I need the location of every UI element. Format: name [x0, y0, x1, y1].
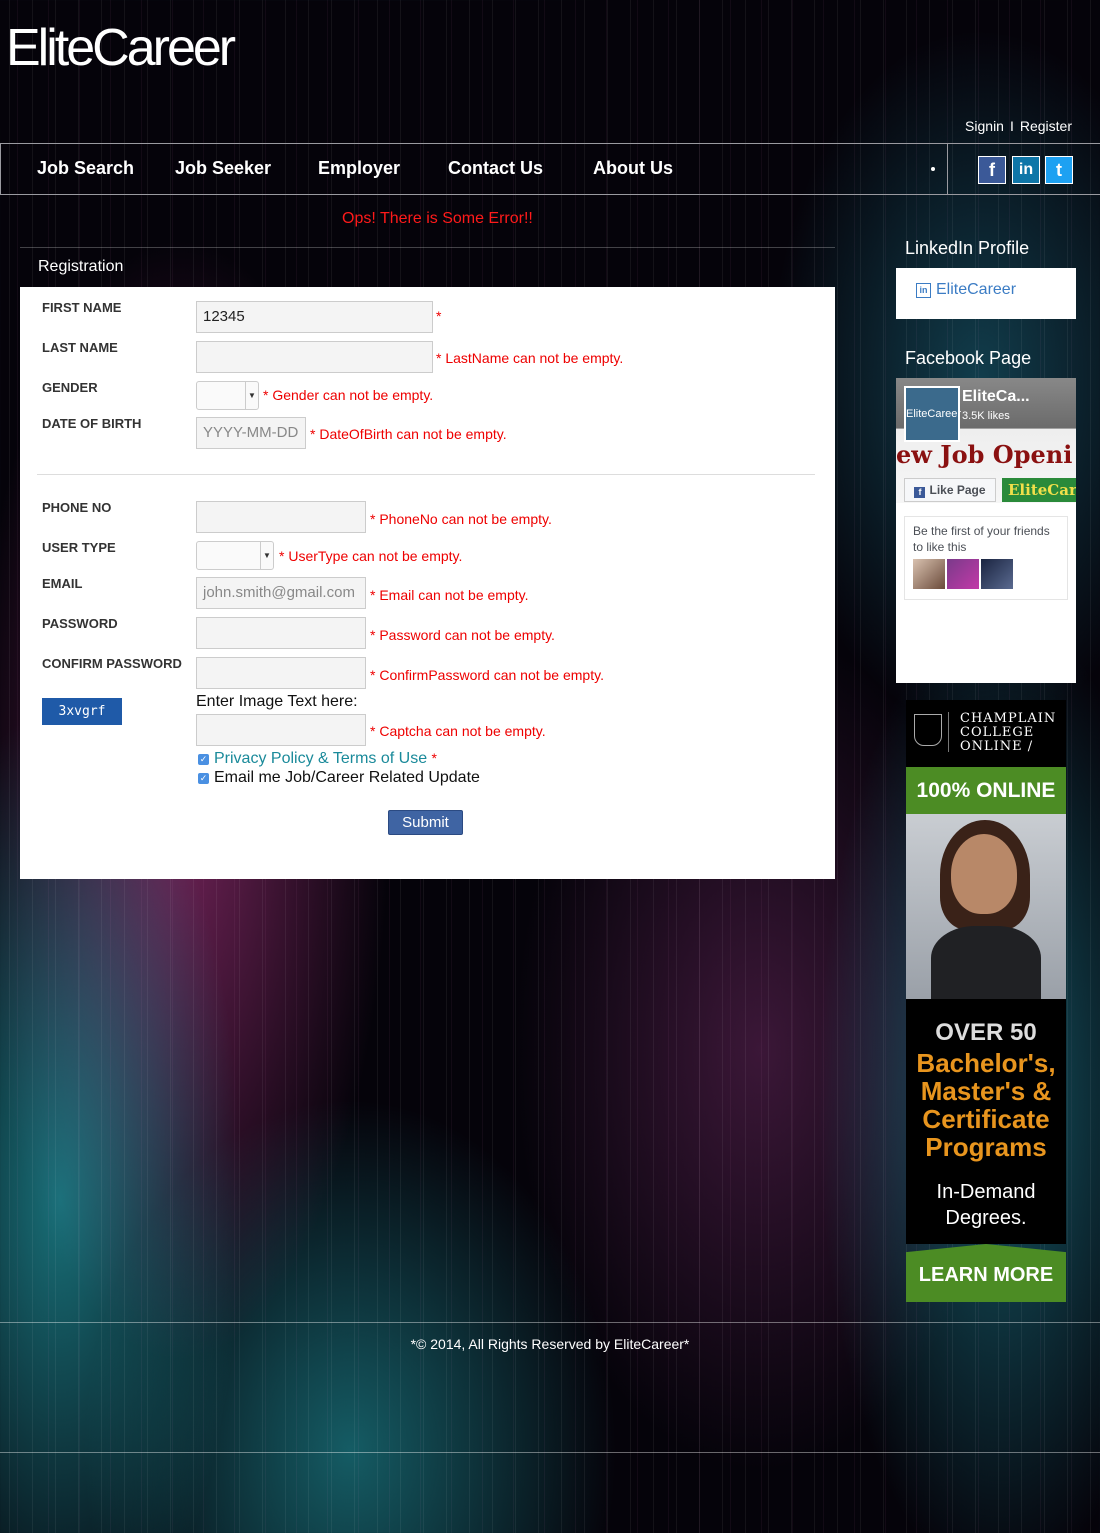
- nav-dot: [931, 167, 935, 171]
- signin-link[interactable]: Signin: [965, 118, 1004, 134]
- ad-programs-text: Bachelor's, Master's & Certificate Programs: [916, 1048, 1056, 1162]
- friend-avatar[interactable]: [981, 559, 1013, 589]
- captcha-image: 3xvgrf: [42, 698, 122, 725]
- phone-label: PHONE NO: [42, 500, 112, 515]
- linkedin-icon[interactable]: in: [1012, 156, 1040, 184]
- ad-over-text: OVER 50: [935, 1019, 1037, 1046]
- friend-avatar[interactable]: [947, 559, 979, 589]
- email-input[interactable]: john.smith@gmail.com: [196, 577, 366, 609]
- email-updates-checkbox[interactable]: ✓: [198, 773, 209, 784]
- first-name-required: *: [436, 308, 442, 324]
- nav-contact-us[interactable]: Contact Us: [448, 158, 543, 179]
- nav-divider: [947, 144, 948, 194]
- facebook-cover-text: ew Job Openi: [896, 440, 1073, 469]
- dob-label: DATE OF BIRTH: [42, 416, 142, 431]
- gender-select[interactable]: ▼: [196, 381, 259, 410]
- linkedin-profile-link[interactable]: EliteCareer: [936, 281, 1016, 299]
- gender-label: GENDER: [42, 380, 98, 395]
- phone-input[interactable]: [196, 501, 366, 533]
- password-input[interactable]: [196, 617, 366, 649]
- phone-error: * PhoneNo can not be empty.: [370, 511, 552, 527]
- footer-copyright: *© 2014, All Rights Reserved by EliteCar…: [410, 1336, 690, 1352]
- friend-avatar[interactable]: [913, 559, 945, 589]
- facebook-widget: ew Job Openi EliteCareer EliteCa... 3.5K…: [896, 378, 1076, 683]
- confirm-password-label: CONFIRM PASSWORD: [42, 656, 182, 671]
- error-banner: Ops! There is Some Error!!: [342, 210, 533, 227]
- facebook-icon[interactable]: f: [978, 156, 1006, 184]
- gender-error: * Gender can not be empty.: [263, 387, 434, 403]
- ad-photo-face: [951, 834, 1017, 914]
- twitter-icon[interactable]: t: [1045, 156, 1073, 184]
- ad-online-banner[interactable]: 100% ONLINE: [906, 767, 1066, 814]
- captcha-input[interactable]: [196, 714, 366, 746]
- main-nav: Job Search Job Seeker Employer Contact U…: [0, 143, 1100, 195]
- nav-job-search[interactable]: Job Search: [37, 158, 134, 179]
- auth-separator: I: [1009, 118, 1014, 134]
- email-updates-label: Email me Job/Career Related Update: [214, 769, 480, 786]
- email-label: EMAIL: [42, 576, 83, 591]
- privacy-row: Privacy Policy & Terms of Use *: [214, 750, 437, 768]
- password-label: PASSWORD: [42, 616, 118, 631]
- ad-college-name: CHAMPLAIN COLLEGE ONLINE /: [960, 711, 1057, 754]
- ad-photo[interactable]: [906, 814, 1066, 999]
- captcha-label: Enter Image Text here:: [196, 693, 358, 710]
- ad-programs-panel[interactable]: OVER 50 Bachelor's, Master's & Certificate…: [906, 999, 1066, 1244]
- first-name-input[interactable]: 12345: [196, 301, 433, 333]
- facebook-friends-text: Be the first of your friends to like thi…: [913, 524, 1050, 554]
- nav-about-us[interactable]: About Us: [593, 158, 673, 179]
- facebook-page-logo[interactable]: EliteCareer: [904, 386, 961, 442]
- confirm-password-error: * ConfirmPassword can not be empty.: [370, 667, 604, 683]
- facebook-title: Facebook Page: [905, 348, 1032, 368]
- last-name-input[interactable]: [196, 341, 433, 373]
- facebook-page-name[interactable]: EliteCa...: [962, 388, 1030, 406]
- site-logo[interactable]: EliteCareer: [6, 18, 236, 78]
- facebook-like-button[interactable]: f Like Page: [904, 478, 996, 502]
- user-type-error: * UserType can not be empty.: [279, 548, 463, 564]
- password-error: * Password can not be empty.: [370, 627, 555, 643]
- ad-divider: [948, 712, 949, 752]
- confirm-password-input[interactable]: [196, 657, 366, 689]
- linkedin-widget: in EliteCareer: [896, 268, 1076, 319]
- captcha-error: * Captcha can not be empty.: [370, 723, 546, 739]
- auth-links: Signin I Register: [965, 118, 1072, 134]
- registration-header: Registration: [20, 247, 835, 288]
- linkedin-icon: in: [916, 283, 931, 298]
- ad-demand-text: In-Demand Degrees.: [936, 1181, 1036, 1229]
- facebook-friends-card: Be the first of your friends to like thi…: [904, 516, 1068, 600]
- privacy-checkbox[interactable]: ✓: [198, 754, 209, 765]
- register-link[interactable]: Register: [1020, 118, 1072, 134]
- chevron-down-icon: ▼: [245, 382, 258, 409]
- last-name-error: * LastName can not be empty.: [436, 350, 624, 366]
- dob-error: * DateOfBirth can not be empty.: [310, 426, 507, 442]
- privacy-required: *: [431, 750, 437, 766]
- first-name-label: FIRST NAME: [42, 300, 122, 315]
- shield-icon: [914, 714, 942, 746]
- privacy-policy-link[interactable]: Privacy Policy & Terms of Use: [214, 750, 427, 767]
- learn-more-button[interactable]: LEARN MORE: [906, 1244, 1066, 1302]
- nav-employer[interactable]: Employer: [318, 158, 400, 179]
- user-type-select[interactable]: ▼: [196, 541, 274, 570]
- linkedin-title: LinkedIn Profile: [905, 238, 1030, 258]
- registration-title: Registration: [38, 258, 124, 275]
- footer-top-divider: [0, 1322, 1100, 1323]
- registration-form: FIRST NAME 12345 * LAST NAME * LastName …: [20, 287, 835, 879]
- footer-bottom-divider: [0, 1452, 1100, 1453]
- facebook-icon: f: [914, 487, 926, 498]
- submit-button[interactable]: Submit: [388, 810, 463, 835]
- chevron-down-icon: ▼: [260, 542, 273, 569]
- dob-input[interactable]: YYYY-MM-DD: [196, 417, 306, 449]
- form-divider: [37, 474, 815, 475]
- user-type-label: USER TYPE: [42, 540, 116, 555]
- email-error: * Email can not be empty.: [370, 587, 529, 603]
- facebook-cover-ad: EliteCar: [1002, 478, 1076, 502]
- facebook-likes-count: 3.5K likes: [962, 410, 1010, 422]
- ad-header[interactable]: CHAMPLAIN COLLEGE ONLINE /: [906, 700, 1066, 767]
- nav-job-seeker[interactable]: Job Seeker: [175, 158, 271, 179]
- ad-photo-body: [931, 926, 1041, 999]
- last-name-label: LAST NAME: [42, 340, 118, 355]
